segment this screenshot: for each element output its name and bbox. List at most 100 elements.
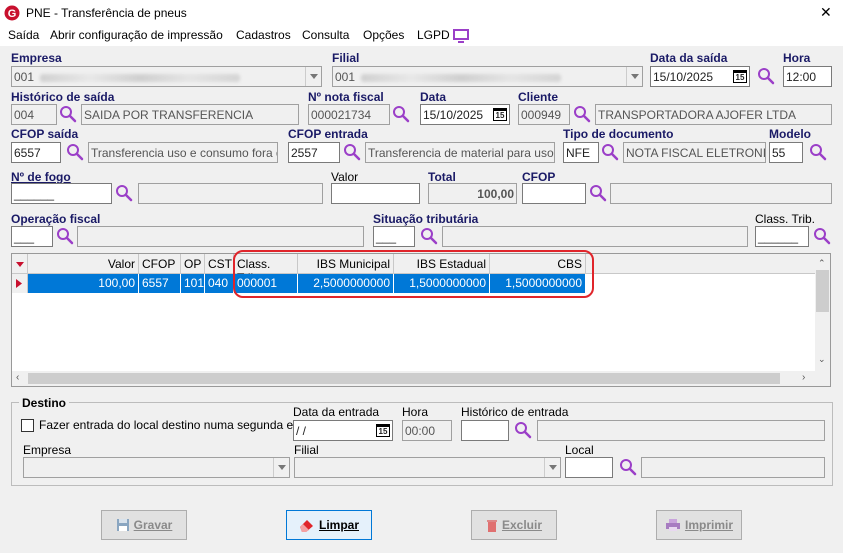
sort-down-icon (16, 262, 24, 267)
menu-opcoes[interactable]: Opções (363, 28, 404, 42)
vertical-scrollbar[interactable]: ⌃ ⌄ (815, 254, 830, 371)
cfop-desc (610, 183, 832, 204)
menu-consulta[interactable]: Consulta (302, 28, 349, 42)
search-icon[interactable] (66, 143, 84, 161)
search-icon[interactable] (392, 105, 410, 123)
situacao-tributaria-input[interactable]: ___ (373, 226, 415, 247)
search-icon[interactable] (757, 67, 775, 85)
empresa-redacted (40, 73, 241, 82)
filial-select[interactable]: 001 (332, 66, 643, 87)
operacao-fiscal-label: Operação fiscal (11, 212, 101, 226)
chevron-down-icon[interactable] (544, 458, 560, 477)
tipo-documento-desc: NOTA FISCAL ELETRONICA (623, 142, 766, 163)
close-icon[interactable]: ✕ (820, 4, 832, 21)
svg-text:G: G (8, 8, 17, 20)
cell-op[interactable]: 101 (181, 274, 205, 293)
grid-corner (12, 254, 28, 274)
destino-empresa-select[interactable] (23, 457, 290, 478)
col-cst[interactable]: CST (205, 254, 234, 274)
cliente-label: Cliente (518, 90, 559, 104)
gravar-button[interactable]: Gravar (101, 510, 187, 540)
monitor-icon[interactable] (453, 29, 469, 43)
class-trib-input[interactable]: ______ (755, 226, 809, 247)
destino-filial-label: Filial (294, 443, 319, 457)
operacao-fiscal-input[interactable]: ___ (11, 226, 53, 247)
search-icon[interactable] (56, 227, 74, 245)
cell-cfop[interactable]: 6557 (139, 274, 181, 293)
scroll-right-icon[interactable]: › (802, 372, 805, 383)
historico-saida-desc: SAIDA POR TRANSFERENCIA (81, 104, 299, 125)
chevron-down-icon[interactable] (626, 67, 642, 86)
menu-bar: Saída Abrir configuração de impressão Ca… (0, 26, 843, 46)
data-input[interactable]: 15/10/2025 15 (420, 104, 510, 125)
n-fogo-input[interactable]: ______ (11, 183, 112, 204)
destino-filial-select[interactable] (294, 457, 561, 478)
hscroll-thumb[interactable] (28, 373, 780, 384)
calendar-icon[interactable]: 15 (376, 424, 390, 437)
local-input[interactable] (565, 457, 613, 478)
col-cfop[interactable]: CFOP (139, 254, 181, 274)
col-valor[interactable]: Valor (28, 254, 139, 274)
hora-input[interactable]: 12:00 (783, 66, 832, 87)
search-icon[interactable] (619, 458, 637, 476)
scroll-thumb[interactable] (816, 270, 829, 312)
total-label: Total (428, 170, 456, 184)
scroll-down-icon[interactable]: ⌄ (818, 354, 826, 365)
cfop-entrada-code[interactable]: 2557 (288, 142, 340, 163)
tipo-documento-code[interactable]: NFE (563, 142, 599, 163)
scroll-up-icon[interactable]: ⌃ (818, 258, 826, 269)
data-saida-input[interactable]: 15/10/2025 15 (650, 66, 750, 87)
menu-saida[interactable]: Saída (8, 28, 39, 42)
search-icon[interactable] (589, 184, 607, 202)
app-logo-icon: G (4, 5, 20, 21)
historico-saida-code[interactable]: 004 (11, 104, 57, 125)
cfop-saida-code[interactable]: 6557 (11, 142, 61, 163)
row-indicator (12, 274, 28, 293)
chevron-down-icon[interactable] (305, 67, 321, 86)
nota-fiscal-input[interactable]: 000021734 (308, 104, 390, 125)
col-filler (586, 254, 815, 274)
items-grid[interactable]: Valor CFOP OP CST Class. Trib. IBS Munic… (11, 250, 831, 387)
search-icon[interactable] (514, 421, 532, 439)
empresa-select[interactable]: 001 (11, 66, 322, 87)
data-entrada-input[interactable]: / / 15 (293, 420, 393, 441)
cell-cst[interactable]: 040 (205, 274, 234, 293)
calendar-icon[interactable]: 15 (733, 70, 747, 83)
valor-input[interactable] (331, 183, 420, 204)
excluir-button[interactable]: Excluir (471, 510, 557, 540)
cell-valor[interactable]: 100,00 (28, 274, 139, 293)
search-icon[interactable] (601, 143, 619, 161)
data-entrada-label: Data da entrada (293, 405, 380, 419)
search-icon[interactable] (573, 105, 591, 123)
menu-lgpd[interactable]: LGPD (417, 28, 450, 42)
menu-abrir-config-impressao[interactable]: Abrir configuração de impressão (50, 28, 223, 42)
destino-hora-input[interactable]: 00:00 (402, 420, 452, 441)
current-row-icon (16, 279, 22, 288)
search-icon[interactable] (115, 184, 133, 202)
empresa-value: 001 (14, 70, 35, 84)
local-label: Local (565, 443, 594, 457)
search-icon[interactable] (809, 143, 827, 161)
cfop-saida-desc: Transferencia uso e consumo fora do E (88, 142, 278, 163)
menu-cadastros[interactable]: Cadastros (236, 28, 291, 42)
data-saida-label: Data da saída (650, 51, 728, 65)
chevron-down-icon[interactable] (273, 458, 289, 477)
col-op[interactable]: OP (181, 254, 205, 274)
historico-entrada-input[interactable] (461, 420, 509, 441)
cfop-entrada-desc: Transferencia de material para uso e co (365, 142, 555, 163)
segunda-etapa-checkbox[interactable] (21, 419, 34, 432)
scroll-left-icon[interactable]: ‹ (16, 372, 19, 383)
horizontal-scrollbar[interactable]: ‹ › (12, 371, 830, 386)
cfop-input[interactable] (522, 183, 586, 204)
search-icon[interactable] (59, 105, 77, 123)
modelo-input[interactable]: 55 (769, 142, 803, 163)
limpar-button[interactable]: Limpar (286, 510, 372, 540)
calendar-icon[interactable]: 15 (493, 108, 507, 121)
search-icon[interactable] (420, 227, 438, 245)
trash-icon (486, 520, 497, 532)
search-icon[interactable] (343, 143, 361, 161)
cliente-code[interactable]: 000949 (518, 104, 570, 125)
imprimir-button[interactable]: Imprimir (656, 510, 742, 540)
segunda-etapa-label: Fazer entrada do local destino numa segu… (39, 418, 317, 432)
search-icon[interactable] (813, 227, 831, 245)
